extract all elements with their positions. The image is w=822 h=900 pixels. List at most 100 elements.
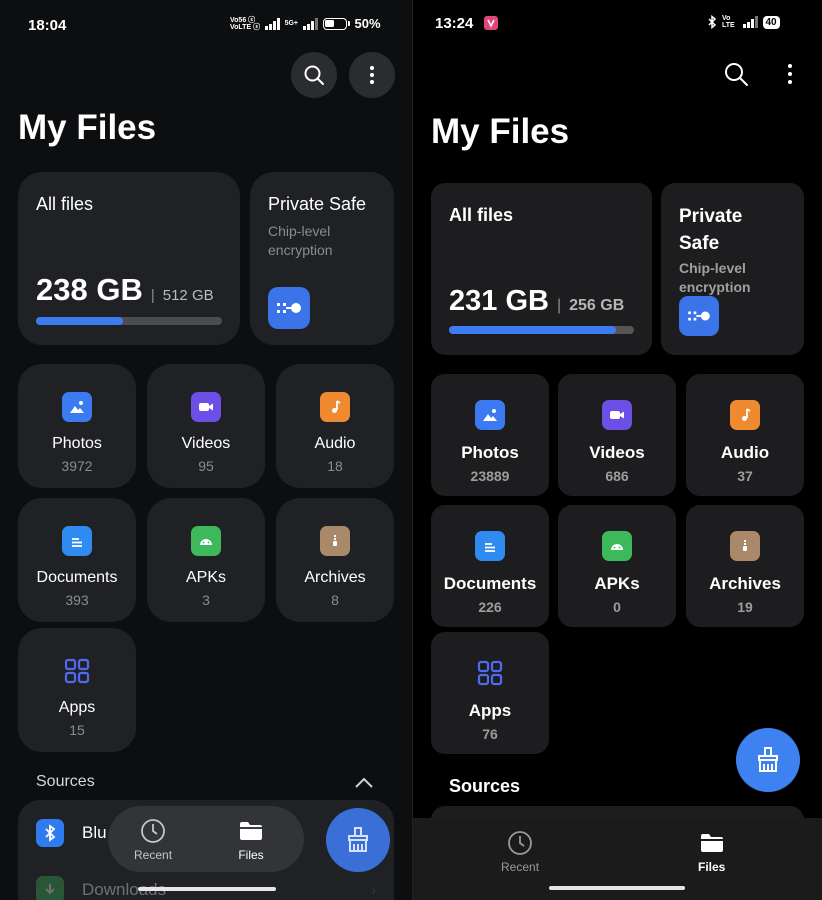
- more-vertical-icon: [788, 64, 792, 84]
- search-button[interactable]: [718, 56, 754, 92]
- storage-usage-fill: [36, 317, 124, 325]
- more-options-button[interactable]: [772, 56, 808, 92]
- page-title: My Files: [431, 112, 570, 151]
- volte-label: Vo LTE: [722, 15, 735, 29]
- private-safe-subtitle-line1: Chip-level: [679, 260, 746, 276]
- photo-icon: [475, 400, 505, 430]
- category-count: 393: [65, 592, 89, 608]
- private-safe-key-icon: [679, 296, 719, 336]
- folder-icon: [240, 822, 262, 840]
- status-bar-icons: Vo56 ⓢ VoLTE ⓢ 5G+ 50%: [230, 16, 381, 31]
- nav-files-label: Files: [238, 848, 264, 862]
- category-label: Apps: [468, 701, 512, 720]
- search-button[interactable]: [291, 52, 337, 98]
- signal-icon: [303, 17, 318, 30]
- category-label: Documents: [443, 574, 537, 593]
- category-label: Archives: [709, 574, 781, 593]
- all-files-card[interactable]: All files 231 GB | 256 GB: [431, 183, 652, 355]
- category-audio[interactable]: Audio 18: [276, 364, 394, 488]
- network-label-2: VoLTE ⓢ: [230, 23, 261, 31]
- private-safe-card[interactable]: Private Safe Chip-level encryption: [250, 172, 394, 345]
- private-safe-title-line2: Safe: [679, 233, 720, 254]
- signal-icon: [265, 17, 280, 30]
- music-icon: [730, 400, 760, 430]
- bluetooth-icon: [36, 819, 64, 847]
- private-safe-subtitle: Chip-level encryption: [268, 223, 333, 258]
- all-files-card[interactable]: All files 238 GB | 512 GB: [18, 172, 240, 345]
- category-documents[interactable]: Documents 393: [18, 498, 136, 622]
- clock-icon: [141, 819, 165, 843]
- more-vertical-icon: [370, 66, 374, 84]
- cleaner-button[interactable]: [736, 728, 800, 792]
- category-label: Videos: [589, 443, 645, 462]
- category-count: 23889: [470, 468, 510, 484]
- collapse-chevron-icon[interactable]: [354, 776, 374, 795]
- nav-files-label: Files: [698, 860, 726, 874]
- category-label: Apps: [58, 699, 96, 716]
- music-icon: [320, 392, 350, 422]
- nav-files[interactable]: Files: [698, 830, 725, 874]
- status-time: 13:24: [435, 15, 474, 32]
- category-count: 76: [482, 726, 498, 742]
- private-safe-title-line1: Private: [679, 206, 743, 227]
- storage-usage-bar: [36, 317, 222, 325]
- category-apps[interactable]: Apps 15: [18, 628, 136, 752]
- cleaner-button[interactable]: [326, 808, 390, 872]
- category-count: 226: [478, 599, 502, 615]
- home-indicator[interactable]: [138, 887, 276, 891]
- category-label: Videos: [181, 435, 231, 452]
- battery-icon: [322, 17, 350, 30]
- network-label-3: 5G+: [284, 20, 299, 27]
- total-storage: 256 GB: [569, 297, 625, 314]
- category-documents[interactable]: Documents 226: [431, 505, 549, 627]
- category-label: Audio: [314, 435, 356, 452]
- status-bar-icons: Vo LTE 40: [707, 15, 780, 29]
- nav-recent-label: Recent: [501, 860, 540, 874]
- search-icon: [304, 65, 324, 85]
- private-safe-title: Private Safe: [268, 194, 367, 214]
- archive-icon: [320, 526, 350, 556]
- clock-icon: [508, 831, 532, 855]
- category-apks[interactable]: APKs 0: [558, 505, 676, 627]
- used-storage: 238 GB: [36, 272, 143, 307]
- home-indicator[interactable]: [549, 886, 685, 890]
- bluetooth-icon: [708, 15, 717, 29]
- network-label-1: Vo56 ⓢ: [230, 16, 256, 24]
- nav-files[interactable]: Files: [238, 818, 264, 862]
- category-apps[interactable]: Apps 76: [431, 632, 549, 754]
- private-safe-key-icon: [268, 287, 310, 329]
- category-count: 95: [198, 458, 214, 474]
- category-photos[interactable]: Photos 23889: [431, 374, 549, 496]
- category-archives[interactable]: Archives 19: [686, 505, 804, 627]
- all-files-label: All files: [36, 194, 94, 214]
- category-archives[interactable]: Archives 8: [276, 498, 394, 622]
- private-safe-subtitle-line2: encryption: [679, 279, 751, 295]
- bottom-navigation: Recent Files: [413, 818, 822, 900]
- category-count: 686: [605, 468, 629, 484]
- sources-heading: Sources: [36, 773, 95, 790]
- category-count: 0: [613, 599, 621, 615]
- category-photos[interactable]: Photos 3972: [18, 364, 136, 488]
- category-count: 8: [331, 592, 339, 608]
- storage-separator: |: [556, 297, 562, 314]
- nav-recent[interactable]: Recent: [134, 818, 172, 862]
- private-safe-card[interactable]: Private Safe Chip-level encryption: [661, 183, 804, 355]
- category-apks[interactable]: APKs 3: [147, 498, 265, 622]
- used-storage: 231 GB: [449, 285, 549, 317]
- nav-recent-label: Recent: [134, 848, 173, 862]
- left-screen: 18:04 Vo56 ⓢ VoLTE ⓢ 5G+ 50% My Files Al…: [0, 0, 412, 900]
- battery-level: 40: [762, 15, 780, 29]
- source-item-bluetooth[interactable]: Blu: [36, 819, 107, 847]
- android-icon: [191, 526, 221, 556]
- apps-grid-icon: [475, 658, 505, 688]
- right-screen: 13:24 Vo LTE 40 My Files All files 231 G…: [413, 0, 822, 900]
- category-label: Photos: [52, 435, 102, 452]
- nav-recent[interactable]: Recent: [501, 830, 539, 874]
- all-files-label: All files: [449, 205, 514, 225]
- category-videos[interactable]: Videos 686: [558, 374, 676, 496]
- document-icon: [475, 531, 505, 561]
- category-label: Photos: [461, 443, 519, 462]
- more-options-button[interactable]: [349, 52, 395, 98]
- category-videos[interactable]: Videos 95: [147, 364, 265, 488]
- category-audio[interactable]: Audio 37: [686, 374, 804, 496]
